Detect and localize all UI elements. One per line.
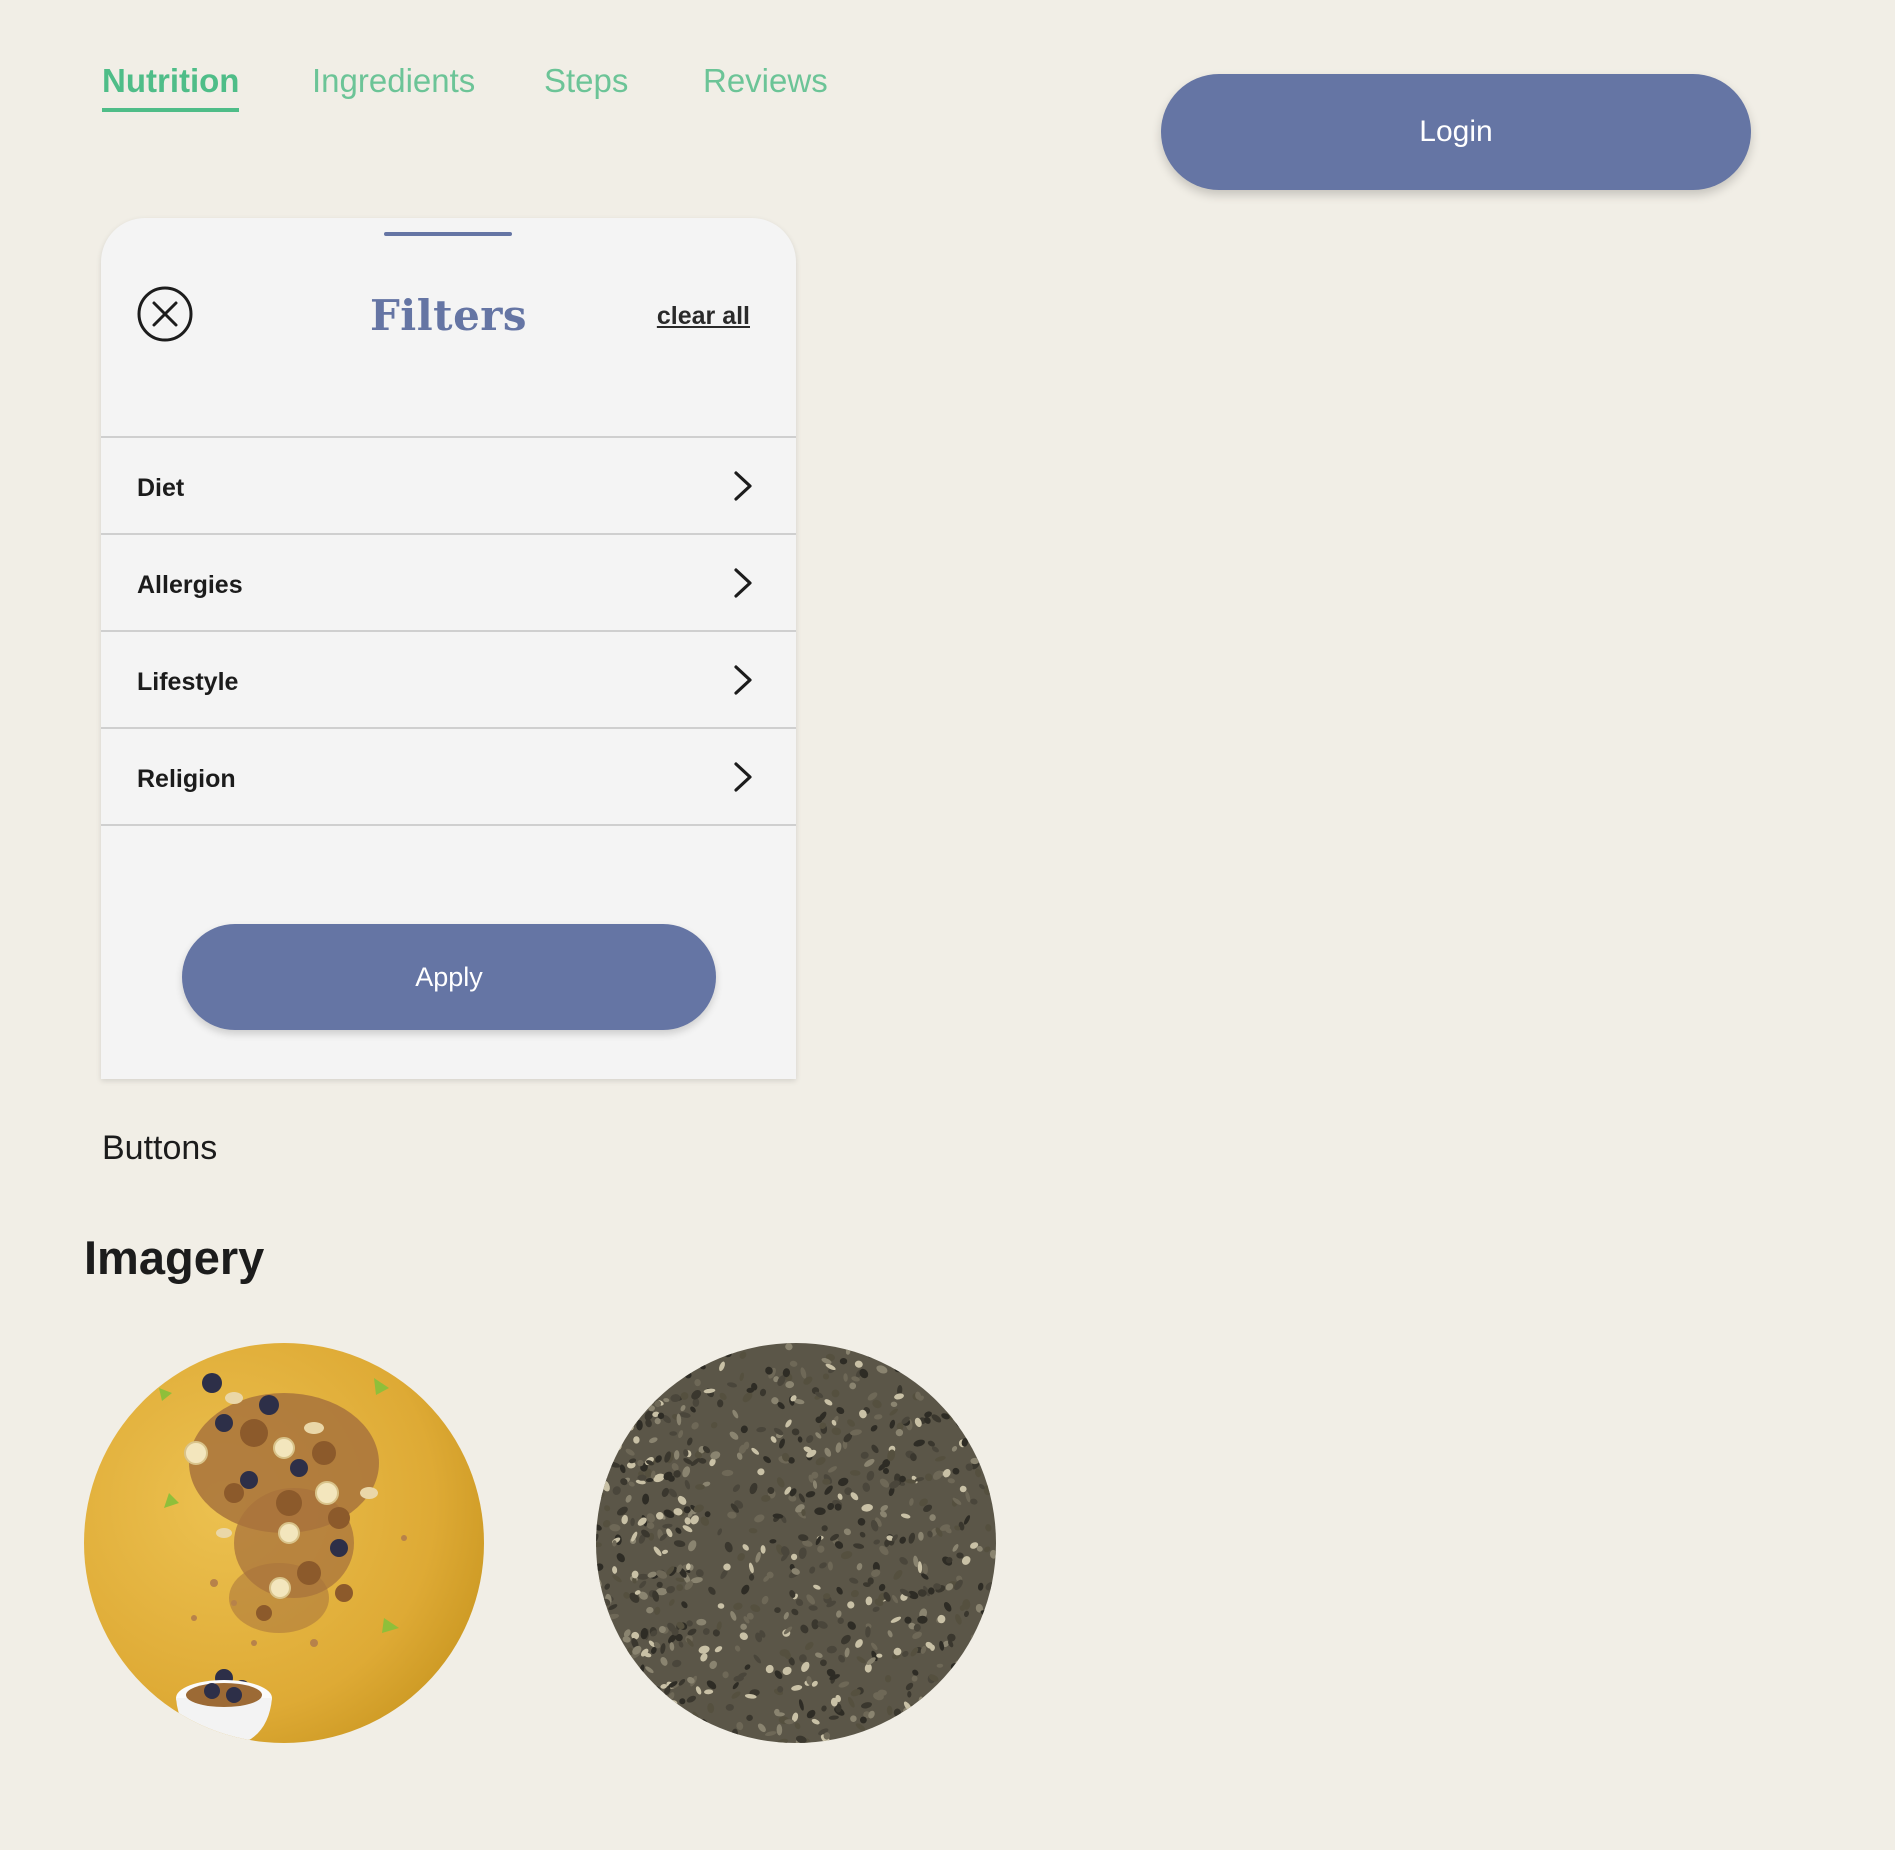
- filter-list: Diet Allergies Lifestyle Religion: [101, 436, 796, 826]
- chia-seeds-image: [596, 1343, 996, 1743]
- filter-item-label: Allergies: [137, 571, 243, 599]
- drag-handle[interactable]: [384, 232, 512, 236]
- login-button[interactable]: Login: [1161, 74, 1751, 190]
- imagery-heading: Imagery: [84, 1231, 265, 1284]
- granola-image: [84, 1343, 484, 1743]
- filter-item-label: Lifestyle: [137, 668, 239, 696]
- chevron-right-icon: [732, 761, 754, 793]
- tab-nutrition[interactable]: Nutrition: [102, 56, 240, 112]
- filters-panel: Filters clear all Diet Allergies Lifesty…: [101, 218, 796, 1079]
- filter-item-diet[interactable]: Diet: [101, 438, 796, 535]
- tab-steps[interactable]: Steps: [544, 56, 628, 106]
- tab-reviews[interactable]: Reviews: [703, 56, 828, 106]
- clear-all-link[interactable]: clear all: [657, 298, 750, 334]
- chevron-right-icon: [732, 567, 754, 599]
- tab-ingredients[interactable]: Ingredients: [312, 56, 475, 106]
- filter-item-lifestyle[interactable]: Lifestyle: [101, 632, 796, 729]
- filter-item-allergies[interactable]: Allergies: [101, 535, 796, 632]
- buttons-caption: Buttons: [102, 1129, 218, 1167]
- chevron-right-icon: [732, 664, 754, 696]
- filter-item-label: Religion: [137, 765, 236, 793]
- filter-item-religion[interactable]: Religion: [101, 729, 796, 826]
- apply-button[interactable]: Apply: [182, 924, 716, 1030]
- chevron-right-icon: [732, 470, 754, 502]
- filter-item-label: Diet: [137, 474, 185, 502]
